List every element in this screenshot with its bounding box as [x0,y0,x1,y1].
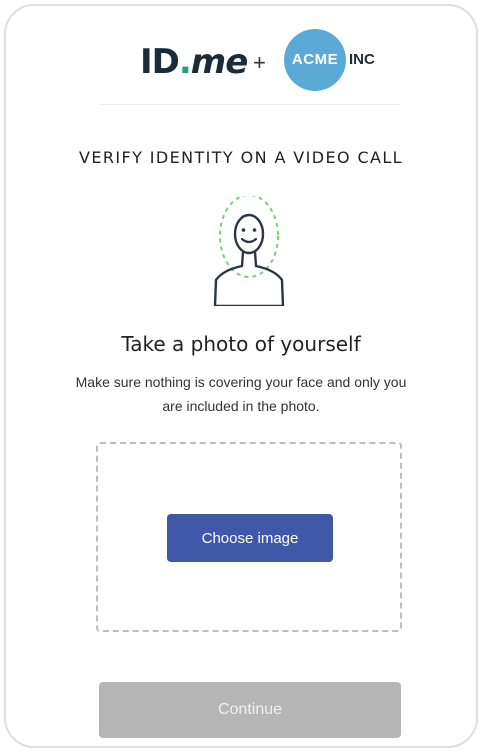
idme-logo-dot: . [178,42,192,82]
verification-card: ID.me + ACME INC VERIFY IDENTITY ON A VI… [4,4,478,748]
header: ID.me + ACME INC [6,28,476,98]
face-outline-icon [213,196,285,306]
plus-sign: + [253,50,266,75]
image-dropzone[interactable]: Choose image [96,442,402,632]
choose-image-button[interactable]: Choose image [167,514,333,562]
section-title: VERIFY IDENTITY ON A VIDEO CALL [79,148,403,167]
acme-logo-suffix: INC [349,51,375,68]
header-divider [100,104,400,105]
idme-logo-me: me [190,42,248,82]
photo-title: Take a photo of yourself [121,332,361,356]
continue-button[interactable]: Continue [99,682,401,738]
acme-logo-badge: ACME [284,29,346,91]
idme-logo: ID.me [140,42,248,82]
photo-description: Make sure nothing is covering your face … [75,374,407,414]
idme-logo-id: ID [140,42,180,82]
